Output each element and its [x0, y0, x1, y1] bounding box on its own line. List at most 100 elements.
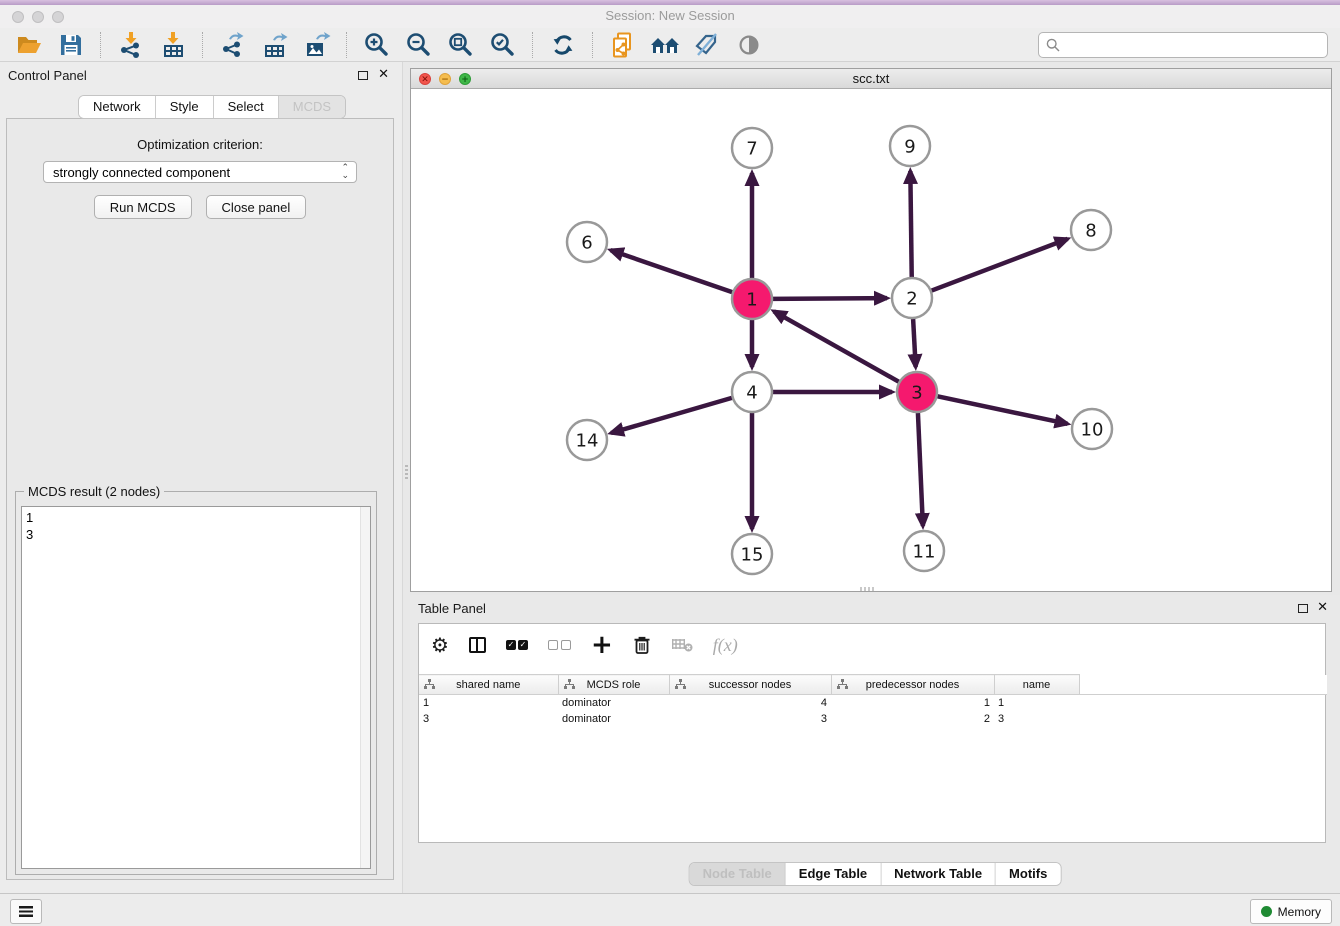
- graph-edge-3-10[interactable]: [938, 396, 1068, 423]
- save-session-icon[interactable]: [55, 30, 87, 60]
- graph-edge-3-1[interactable]: [774, 311, 899, 381]
- graph-node-label: 15: [741, 545, 764, 566]
- search-input[interactable]: [1064, 37, 1321, 53]
- export-image-icon[interactable]: [301, 30, 333, 60]
- control-panel: Control Panel ✕ Network Style Select MCD…: [0, 62, 402, 893]
- clone-network-icon[interactable]: [607, 30, 639, 60]
- zoom-out-icon[interactable]: [403, 30, 435, 60]
- mcds-result-groupbox: MCDS result (2 nodes) 1 3: [15, 491, 377, 875]
- graph-node-label: 8: [1085, 221, 1096, 242]
- optimization-criterion-label: Optimization criterion:: [7, 137, 393, 152]
- column-type-icon: [675, 679, 686, 690]
- select-all-columns-icon[interactable]: ✓✓: [506, 632, 528, 658]
- graph-node-label: 2: [906, 289, 917, 310]
- cell-name[interactable]: 3: [994, 711, 1079, 727]
- graph-edge-2-3[interactable]: [913, 319, 916, 367]
- graph-node-label: 6: [581, 233, 592, 254]
- control-panel-tabs: Network Style Select MCDS: [78, 95, 346, 119]
- graph-node-label: 7: [746, 139, 757, 160]
- search-box[interactable]: [1038, 32, 1328, 58]
- show-columns-icon[interactable]: [469, 632, 486, 658]
- node-table-container: ⚙ ✓✓ + f(x) shared name MCDS rol: [418, 623, 1326, 843]
- import-table-icon[interactable]: [157, 30, 189, 60]
- graph-node-label: 14: [576, 431, 599, 452]
- export-network-icon[interactable]: [217, 30, 249, 60]
- optimization-criterion-select[interactable]: strongly connected component ⌃⌄: [43, 161, 357, 183]
- table-row[interactable]: 3 dominator 3 2 3: [419, 711, 1327, 727]
- memory-label: Memory: [1278, 905, 1321, 919]
- add-column-icon[interactable]: +: [591, 632, 613, 658]
- column-header-name[interactable]: name: [994, 675, 1079, 695]
- show-log-button[interactable]: [10, 899, 42, 924]
- cell-name[interactable]: 1: [994, 695, 1079, 712]
- zoom-selected-icon[interactable]: [487, 30, 519, 60]
- zoom-fit-icon[interactable]: [445, 30, 477, 60]
- network-canvas[interactable]: 1234678910111415: [411, 89, 1331, 592]
- graph-edge-2-8[interactable]: [932, 239, 1068, 291]
- close-table-panel-icon[interactable]: ✕: [1317, 600, 1328, 615]
- cell-mcds-role[interactable]: dominator: [558, 695, 669, 712]
- cell-shared-name[interactable]: 3: [419, 711, 558, 727]
- tab-network-table[interactable]: Network Table: [881, 863, 996, 885]
- cell-shared-name[interactable]: 1: [419, 695, 558, 712]
- column-header-predecessor-nodes[interactable]: predecessor nodes: [831, 675, 994, 695]
- column-header-mcds-role[interactable]: MCDS role: [558, 675, 669, 695]
- toggle-visibility-icon[interactable]: [733, 30, 765, 60]
- horizontal-splitter-grip[interactable]: [860, 587, 874, 591]
- toggle-labels-icon[interactable]: [691, 30, 723, 60]
- table-row[interactable]: 1 dominator 4 1 1: [419, 695, 1327, 712]
- toolbar-separator: [346, 32, 348, 58]
- graph-edge-1-6[interactable]: [611, 250, 733, 292]
- graph-edge-3-11[interactable]: [918, 413, 923, 526]
- column-header-shared-name[interactable]: shared name: [419, 675, 558, 695]
- table-panel-title: Table Panel: [418, 601, 486, 616]
- close-panel-button[interactable]: Close panel: [206, 195, 307, 219]
- cell-mcds-role[interactable]: dominator: [558, 711, 669, 727]
- close-panel-icon[interactable]: ✕: [378, 67, 389, 82]
- graph-edge-2-9[interactable]: [910, 171, 911, 277]
- unselect-all-columns-icon[interactable]: [548, 632, 571, 658]
- graph-node-label: 3: [911, 383, 922, 404]
- tab-style[interactable]: Style: [156, 96, 214, 118]
- table-options-gear-icon[interactable]: ⚙: [431, 632, 449, 658]
- graph-node-label: 1: [746, 290, 757, 311]
- toolbar-separator: [100, 32, 102, 58]
- cell-successor-nodes[interactable]: 3: [669, 711, 831, 727]
- network-window-titlebar[interactable]: ✕ − + scc.txt: [411, 69, 1331, 89]
- delete-table-icon: [671, 632, 693, 658]
- cell-predecessor-nodes[interactable]: 1: [831, 695, 994, 712]
- result-scrollbar[interactable]: [360, 507, 370, 868]
- first-neighbors-icon[interactable]: [649, 30, 681, 60]
- control-panel-title: Control Panel: [8, 68, 87, 83]
- graph-edge-4-14[interactable]: [611, 398, 732, 433]
- graph-node-label: 9: [904, 137, 915, 158]
- column-header-successor-nodes[interactable]: successor nodes: [669, 675, 831, 695]
- table-toolbar: ⚙ ✓✓ + f(x): [419, 624, 1325, 666]
- network-title: scc.txt: [411, 71, 1331, 86]
- export-table-icon[interactable]: [259, 30, 291, 60]
- tab-network[interactable]: Network: [79, 96, 156, 118]
- open-session-icon[interactable]: [13, 30, 45, 60]
- run-mcds-button[interactable]: Run MCDS: [94, 195, 192, 219]
- splitter-grip-icon: [405, 465, 408, 481]
- graph-node-label: 10: [1081, 420, 1104, 441]
- tab-edge-table[interactable]: Edge Table: [786, 863, 881, 885]
- cell-successor-nodes[interactable]: 4: [669, 695, 831, 712]
- zoom-in-icon[interactable]: [361, 30, 393, 60]
- tab-node-table[interactable]: Node Table: [690, 863, 786, 885]
- tab-select[interactable]: Select: [214, 96, 279, 118]
- refresh-view-icon[interactable]: [547, 30, 579, 60]
- graph-node-label: 4: [746, 383, 757, 404]
- float-table-panel-icon[interactable]: [1298, 604, 1308, 613]
- graph-edge-1-2[interactable]: [773, 298, 887, 299]
- window-title: Session: New Session: [0, 8, 1340, 23]
- tab-mcds[interactable]: MCDS: [279, 96, 345, 118]
- cell-predecessor-nodes[interactable]: 2: [831, 711, 994, 727]
- mcds-result-textarea[interactable]: 1 3: [21, 506, 371, 869]
- memory-button[interactable]: Memory: [1250, 899, 1332, 924]
- toolbar-separator: [532, 32, 534, 58]
- float-panel-icon[interactable]: [358, 71, 368, 80]
- tab-motifs[interactable]: Motifs: [996, 863, 1060, 885]
- import-network-icon[interactable]: [115, 30, 147, 60]
- delete-column-icon[interactable]: [633, 632, 651, 658]
